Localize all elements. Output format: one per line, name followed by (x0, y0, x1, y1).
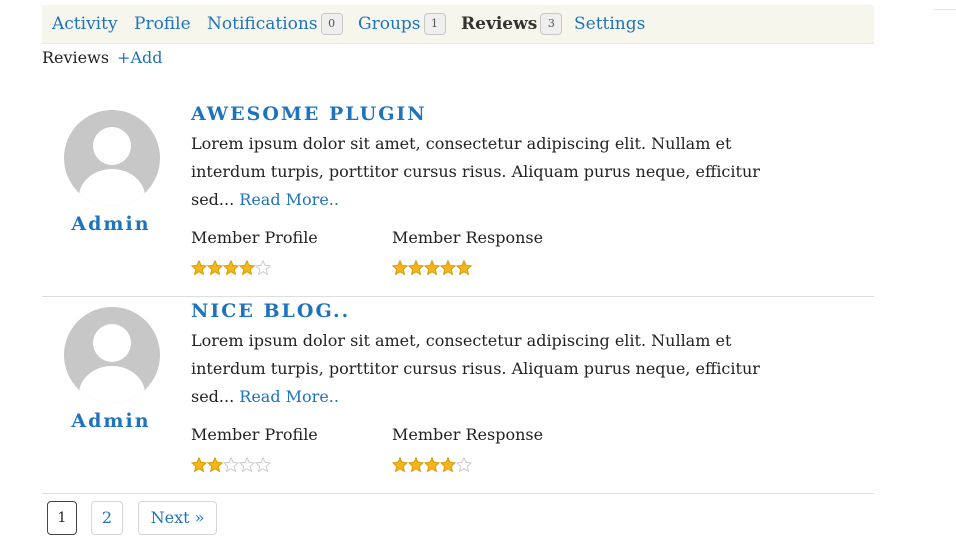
nav-item-profile[interactable]: Profile (134, 5, 191, 43)
nav-label: Activity (52, 14, 118, 34)
divider (42, 493, 874, 494)
star-icon (207, 260, 223, 276)
star-icon (456, 260, 472, 276)
star-icon (207, 457, 223, 473)
star-icon (408, 457, 424, 473)
rating-label: Member Profile (191, 425, 318, 444)
rating-label: Member Response (392, 425, 544, 444)
star-icon (239, 457, 255, 473)
next-page-button[interactable]: Next » (138, 501, 217, 535)
star-icon (424, 457, 440, 473)
review-title[interactable]: AWESOME PLUGIN (191, 103, 427, 125)
reviews-subnav: Reviews +Add (42, 47, 163, 69)
star-icon (223, 457, 239, 473)
subnav-label: Reviews (42, 48, 110, 67)
review-author[interactable]: Admin (42, 213, 180, 235)
read-more-link[interactable]: Read More.. (239, 387, 339, 406)
rating-stars (191, 457, 271, 473)
star-icon (255, 260, 271, 276)
star-icon (392, 457, 408, 473)
star-icon (392, 260, 408, 276)
nav-item-notifications[interactable]: Notifications 0 (207, 5, 343, 43)
nav-label: Profile (134, 14, 191, 34)
star-icon (191, 260, 207, 276)
reviews-count-badge: 3 (540, 12, 563, 35)
top-right-rule (934, 9, 956, 10)
review-title[interactable]: NICE BLOG.. (191, 300, 350, 322)
star-icon (440, 457, 456, 473)
nav-item-groups[interactable]: Groups 1 (358, 5, 446, 43)
nav-label: Groups (358, 14, 421, 34)
rating-label: Member Response (392, 228, 544, 247)
add-review-link[interactable]: +Add (117, 48, 162, 67)
star-icon (223, 260, 239, 276)
star-icon (440, 260, 456, 276)
star-icon (456, 457, 472, 473)
groups-count-badge: 1 (423, 12, 446, 35)
star-icon (255, 457, 271, 473)
default-user-avatar-icon[interactable] (64, 307, 160, 403)
nav-label: Reviews (461, 14, 538, 34)
rating-stars (191, 260, 271, 276)
nav-label: Notifications (207, 14, 318, 34)
profile-nav: Activity Profile Notifications 0 Groups 1 … (42, 5, 874, 44)
read-more-link[interactable]: Read More.. (239, 190, 339, 209)
nav-label: Settings (574, 14, 646, 34)
notifications-count-badge: 0 (320, 12, 343, 35)
star-icon (408, 260, 424, 276)
rating-stars (392, 457, 472, 473)
page-1-button[interactable]: 1 (47, 501, 77, 535)
review-author[interactable]: Admin (42, 410, 180, 432)
star-icon (239, 260, 255, 276)
rating-label: Member Profile (191, 228, 318, 247)
divider (42, 296, 874, 297)
star-icon (424, 260, 440, 276)
review-excerpt: Lorem ipsum dolor sit amet, consectetur … (191, 130, 771, 214)
default-user-avatar-icon[interactable] (64, 110, 160, 206)
nav-item-reviews[interactable]: Reviews 3 (461, 5, 563, 43)
page-2-button[interactable]: 2 (91, 501, 123, 535)
review-excerpt: Lorem ipsum dolor sit amet, consectetur … (191, 327, 771, 411)
nav-item-activity[interactable]: Activity (52, 5, 118, 43)
rating-stars (392, 260, 472, 276)
star-icon (191, 457, 207, 473)
nav-item-settings[interactable]: Settings (574, 5, 645, 43)
